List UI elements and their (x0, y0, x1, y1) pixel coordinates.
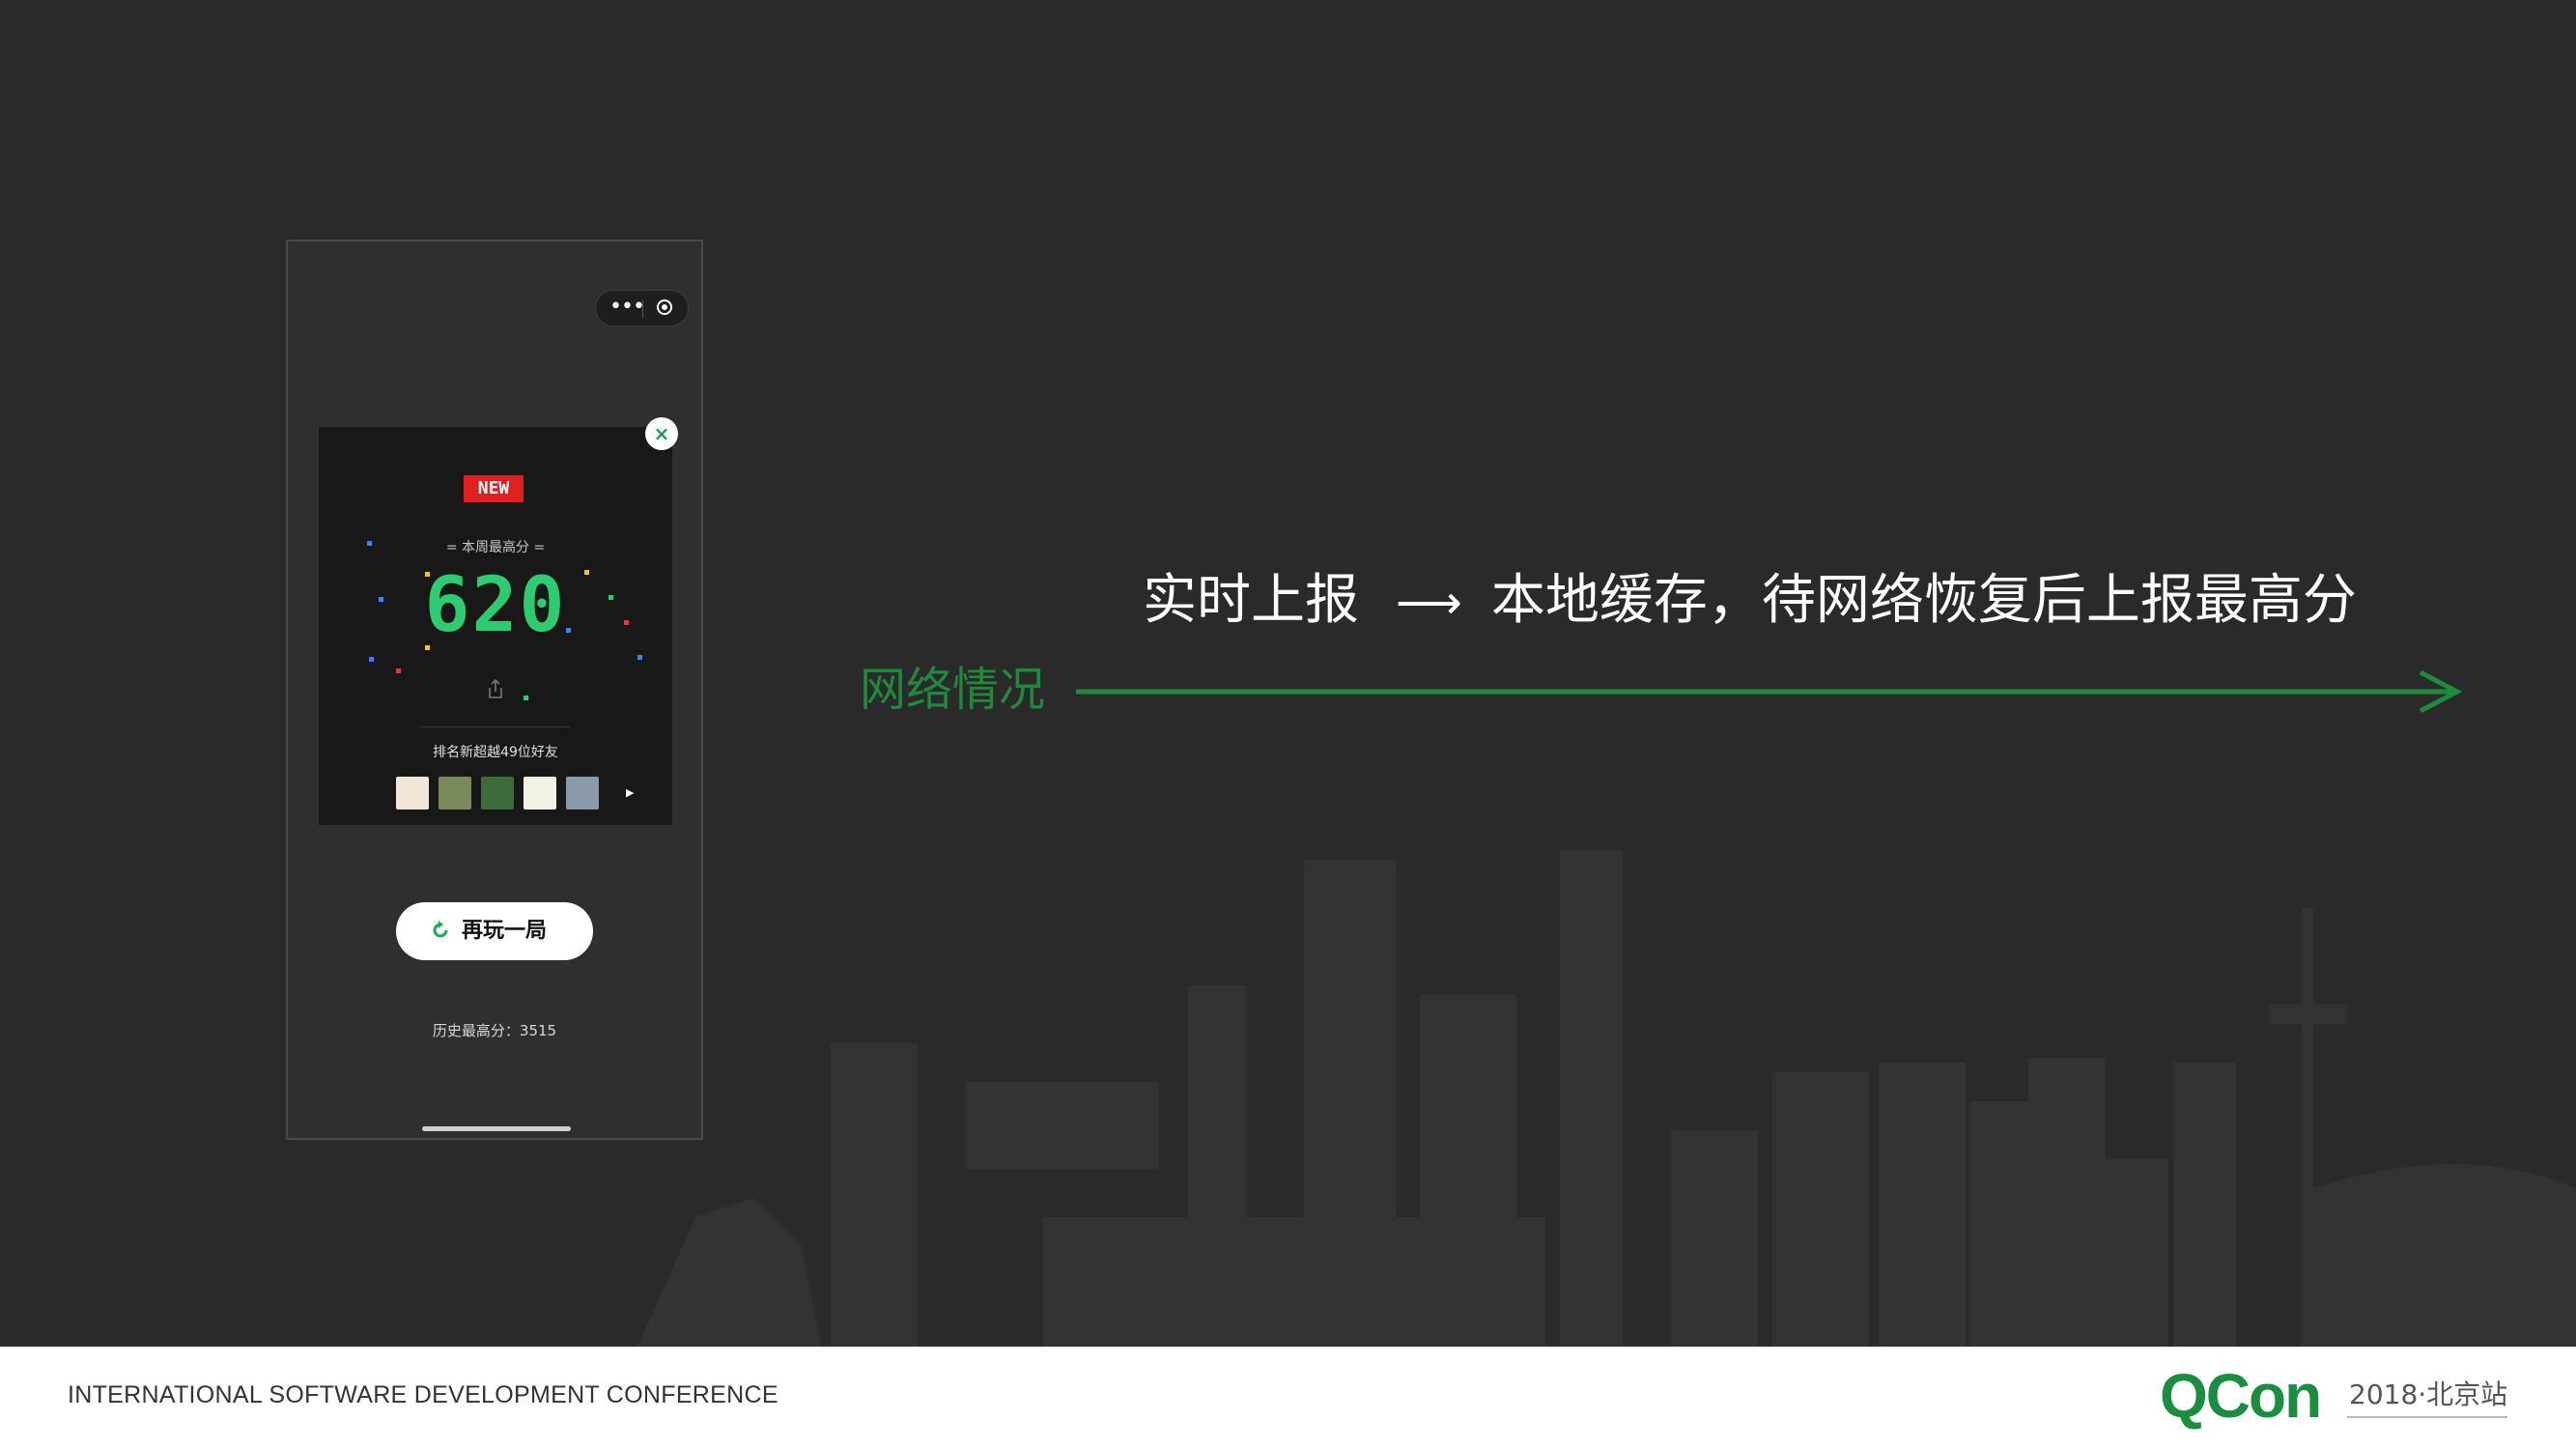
confetti-pixel (566, 628, 571, 633)
slide: ••• NEW = 本周最高分 = 620 排名新超越49位好友 ▶ × 再玩一… (0, 0, 2576, 1347)
confetti-pixel (369, 657, 374, 662)
week-best-label: = 本周最高分 = (445, 540, 546, 555)
confetti-pixel (379, 597, 383, 602)
phone-mockup: ••• NEW = 本周最高分 = 620 排名新超越49位好友 ▶ × 再玩一… (286, 240, 703, 1140)
confetti-pixel (609, 595, 613, 600)
confetti-pixel (396, 668, 401, 673)
avatar[interactable] (396, 777, 429, 810)
avatar[interactable] (566, 777, 599, 810)
qcon-logo: QCon (2160, 1361, 2322, 1431)
edition-underline (2347, 1416, 2507, 1418)
realtime-report-label: 实时上报 (1143, 569, 1359, 632)
confetti-pixel (524, 696, 528, 700)
home-indicator (422, 1126, 571, 1131)
card-divider (420, 726, 571, 727)
confetti-pixel (367, 541, 372, 546)
conference-name: INTERNATIONAL SOFTWARE DEVELOPMENT CONFE… (68, 1381, 778, 1408)
report-flow-text: 实时上报 ⟶ 本地缓存，待网络恢复后上报最高分 (1143, 567, 2357, 637)
long-arrow-icon: ⟶ (1396, 576, 1462, 630)
more-dots-icon[interactable]: ••• (609, 297, 645, 318)
conference-edition: 2018·北京站 (2349, 1378, 2508, 1410)
local-cache-label: 本地缓存，待网络恢复后上报最高分 (1490, 569, 2357, 632)
avatar[interactable] (524, 777, 556, 810)
confetti-pixel (637, 655, 642, 660)
capsule-divider (642, 300, 643, 318)
history-best-score: 历史最高分：3515 (432, 1022, 557, 1039)
slide-footer: INTERNATIONAL SOFTWARE DEVELOPMENT CONFE… (0, 1347, 2576, 1449)
more-friends-arrow-icon[interactable]: ▶ (626, 786, 634, 799)
rank-text: 排名新超越49位好友 (433, 745, 558, 760)
new-badge: NEW (464, 475, 524, 502)
score-card: NEW = 本周最高分 = 620 排名新超越49位好友 ▶ (319, 427, 672, 825)
confetti-pixel (584, 570, 589, 575)
avatar[interactable] (481, 777, 514, 810)
network-label: 网络情况 (860, 663, 1046, 717)
target-circle-icon[interactable] (657, 299, 672, 315)
miniprogram-capsule[interactable]: ••• (595, 290, 689, 327)
confetti-pixel (425, 645, 430, 650)
play-again-label: 再玩一局 (462, 919, 548, 943)
network-timeline-arrow (1076, 670, 2463, 713)
play-again-button[interactable]: 再玩一局 (396, 902, 593, 960)
close-icon[interactable]: × (645, 417, 678, 450)
confetti-pixel (624, 620, 629, 625)
confetti-pixel (425, 572, 430, 577)
refresh-icon (433, 921, 448, 938)
share-icon[interactable] (486, 678, 505, 699)
score-value: 620 (424, 562, 567, 649)
avatar[interactable] (439, 777, 471, 810)
